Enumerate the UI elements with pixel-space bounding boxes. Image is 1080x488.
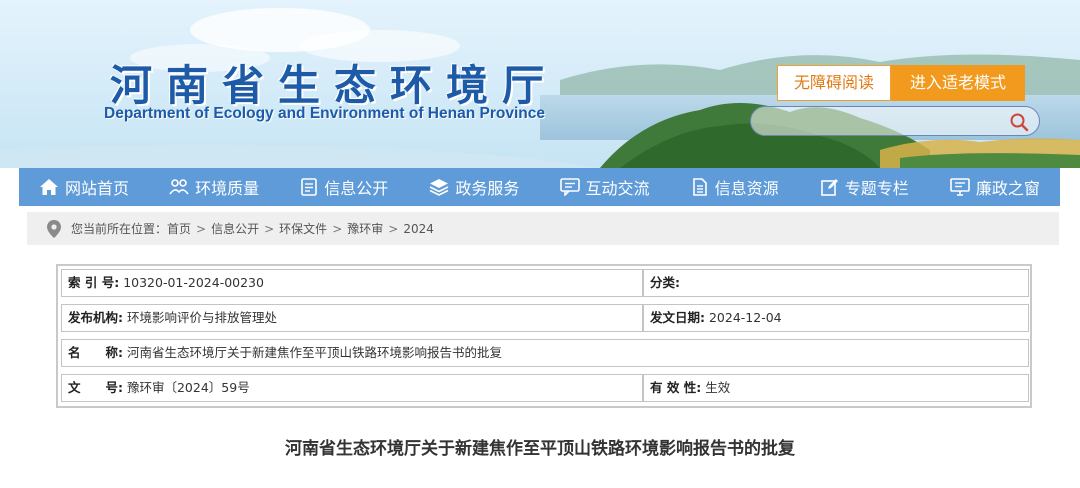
index-number-cell: 索 引 号: 10320-01-2024-00230 — [61, 269, 643, 297]
validity-label: 有 效 性: — [650, 380, 702, 395]
chat-icon — [559, 178, 580, 196]
breadcrumb-separator: > — [196, 221, 207, 236]
nav-item-information-disclosure[interactable]: 信息公开 — [279, 168, 409, 206]
search-box — [750, 106, 1040, 136]
file-icon — [692, 178, 707, 196]
search-input[interactable] — [765, 111, 995, 133]
index-number-label: 索 引 号: — [68, 275, 120, 290]
layers-icon — [430, 179, 449, 196]
breadcrumb: 您当前所在位置： 首页 > 信息公开 > 环保文件 > 豫环审 > 2024 — [27, 212, 1059, 245]
nav-item-label: 网站首页 — [65, 179, 130, 198]
site-title: 河南省生态环境厅 — [110, 61, 559, 110]
issue-date-label: 发文日期: — [650, 310, 705, 325]
publisher-value: 环境影响评价与排放管理处 — [126, 310, 277, 325]
nav-item-environment-quality[interactable]: 环境质量 — [149, 168, 279, 206]
home-icon — [40, 179, 59, 195]
nav-item-integrity-window[interactable]: 廉政之窗 — [930, 168, 1060, 206]
document-icon — [301, 178, 318, 196]
nav-item-label: 专题专栏 — [844, 179, 909, 198]
breadcrumb-info-disclosure[interactable]: 信息公开 — [211, 220, 259, 237]
publisher-cell: 发布机构: 环境影响评价与排放管理处 — [61, 304, 643, 332]
category-label: 分类: — [650, 275, 680, 290]
breadcrumb-year[interactable]: 2024 — [403, 222, 434, 236]
breadcrumb-separator: > — [264, 221, 275, 236]
validity-cell: 有 效 性: 生效 — [643, 374, 1029, 402]
info-row: 索 引 号: 10320-01-2024-00230 分类: — [61, 269, 1029, 297]
document-title: 河南省生态环境厅关于新建焦作至平顶山铁路环境影响报告书的批复 — [285, 439, 795, 459]
breadcrumb-separator: > — [388, 221, 399, 236]
info-row: 发布机构: 环境影响评价与排放管理处 发文日期: 2024-12-04 — [61, 304, 1029, 332]
document-number-label: 文 号: — [68, 380, 123, 395]
name-label: 名 称: — [68, 345, 123, 360]
location-pin-icon — [47, 219, 61, 238]
name-cell: 名 称: 河南省生态环境厅关于新建焦作至平顶山铁路环境影响报告书的批复 — [61, 339, 1029, 367]
site-subtitle: Department of Ecology and Environment of… — [104, 105, 545, 122]
nav-item-label: 互动交流 — [585, 179, 650, 198]
breadcrumb-separator: > — [332, 221, 343, 236]
document-info-table: 索 引 号: 10320-01-2024-00230 分类: 发布机构: 环境影… — [56, 264, 1032, 408]
edit-icon — [820, 179, 838, 196]
issue-date-value: 2024-12-04 — [708, 310, 782, 325]
search-icon[interactable] — [1009, 112, 1029, 132]
name-value: 河南省生态环境厅关于新建焦作至平顶山铁路环境影响报告书的批复 — [126, 345, 502, 360]
breadcrumb-prefix: 您当前所在位置： — [71, 222, 168, 236]
header-banner: 河南省生态环境厅 Department of Ecology and Envir… — [0, 0, 1080, 168]
breadcrumb-home[interactable]: 首页 — [167, 220, 191, 237]
nav-item-label: 廉政之窗 — [975, 179, 1040, 198]
publisher-label: 发布机构: — [68, 310, 123, 325]
index-number-value: 10320-01-2024-00230 — [123, 275, 264, 290]
info-row: 文 号: 豫环审〔2024〕59号 有 效 性: 生效 — [61, 374, 1029, 402]
category-cell: 分类: — [643, 269, 1029, 297]
elder-mode-button[interactable]: 进入适老模式 — [891, 65, 1025, 101]
accessibility-reading-button[interactable]: 无障碍阅读 — [777, 65, 891, 101]
breadcrumb-yuhuanshen[interactable]: 豫环审 — [347, 220, 383, 237]
validity-value: 生效 — [705, 380, 731, 395]
nav-item-special-topics[interactable]: 专题专栏 — [800, 168, 930, 206]
nav-item-government-services[interactable]: 政务服务 — [409, 168, 539, 206]
breadcrumb-env-documents[interactable]: 环保文件 — [279, 220, 327, 237]
nav-item-home[interactable]: 网站首页 — [19, 168, 149, 206]
document-number-value: 豫环审〔2024〕59号 — [126, 380, 250, 395]
monitor-icon — [950, 178, 970, 196]
nav-item-information-resources[interactable]: 信息资源 — [670, 168, 800, 206]
main-nav: 网站首页 环境质量 信息公开 政务服务 互动交流 信息资源 专题专栏 廉政之窗 — [19, 168, 1060, 206]
nav-item-label: 信息资源 — [714, 179, 779, 198]
nav-item-interaction[interactable]: 互动交流 — [540, 168, 670, 206]
people-icon — [169, 179, 189, 195]
nav-item-label: 环境质量 — [195, 179, 260, 198]
nav-item-label: 信息公开 — [324, 179, 389, 198]
nav-item-label: 政务服务 — [455, 179, 520, 198]
document-number-cell: 文 号: 豫环审〔2024〕59号 — [61, 374, 643, 402]
info-row: 名 称: 河南省生态环境厅关于新建焦作至平顶山铁路环境影响报告书的批复 — [61, 339, 1029, 367]
issue-date-cell: 发文日期: 2024-12-04 — [643, 304, 1029, 332]
